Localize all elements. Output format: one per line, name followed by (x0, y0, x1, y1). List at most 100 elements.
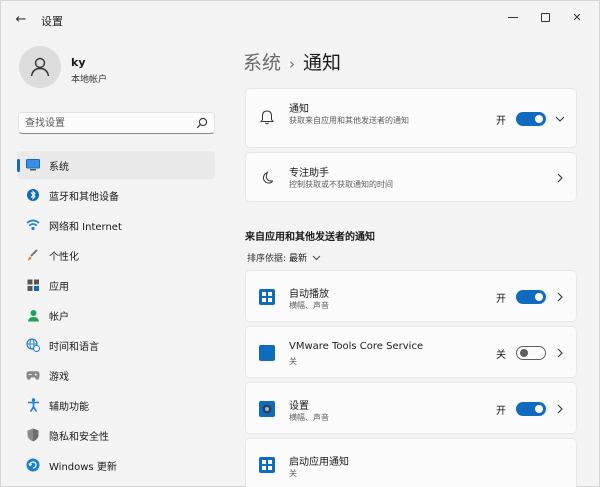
app-notification-detail: 横幅、声音 (289, 413, 329, 422)
app-name: 自动播放 (289, 289, 329, 300)
minimize-button[interactable] (499, 7, 527, 27)
sidebar-item-accessibility[interactable]: 辅助功能 (17, 391, 215, 419)
sidebar-item-label: 时间和语言 (49, 342, 99, 353)
sidebar-item-label: 系统 (49, 162, 69, 173)
avatar (19, 46, 61, 88)
app-notification-card[interactable]: VMware Tools Core Service 关 关 (245, 326, 577, 378)
notifications-toggle[interactable] (516, 112, 546, 126)
breadcrumb-separator: › (289, 55, 296, 73)
sidebar-item-privacy[interactable]: 隐私和安全性 (17, 421, 215, 449)
setting-title: 通知 (289, 104, 309, 115)
maximize-button[interactable] (531, 7, 559, 27)
sidebar-item-accounts[interactable]: 帐户 (17, 301, 215, 329)
startup-app-icon (259, 457, 275, 473)
moon-icon (259, 170, 275, 186)
bell-icon (259, 109, 275, 125)
focus-assist-setting-card[interactable]: 专注助手 控制获取或不获取通知的时间 (245, 152, 577, 202)
vmware-app-icon (259, 345, 275, 361)
chevron-down-icon[interactable] (554, 113, 566, 125)
setting-title: 专注助手 (289, 168, 329, 179)
user-name: ky (71, 56, 86, 69)
page-title: 通知 (303, 52, 342, 74)
app-notification-detail: 关 (289, 357, 297, 366)
sidebar-item-gaming[interactable]: 游戏 (17, 361, 215, 389)
sidebar-item-label: Windows 更新 (49, 462, 117, 473)
settings-window: ← 设置 ✕ ky 本地帐户 系统 (0, 0, 600, 487)
autoplay-app-icon (259, 289, 275, 305)
chevron-down-icon (312, 255, 321, 260)
accessibility-icon (26, 398, 40, 412)
search-icon[interactable] (196, 117, 208, 129)
update-icon (26, 458, 40, 472)
window-title: 设置 (41, 15, 63, 28)
breadcrumb: 系统 › 通知 (243, 48, 341, 75)
sidebar-item-label: 个性化 (49, 252, 79, 263)
sidebar-item-windows-update[interactable]: Windows 更新 (17, 451, 215, 479)
sidebar-item-label: 隐私和安全性 (49, 432, 109, 443)
search-input[interactable] (25, 115, 185, 131)
setting-description: 控制获取或不获取通知的时间 (289, 180, 393, 189)
sidebar-item-personalization[interactable]: 个性化 (17, 241, 215, 269)
close-icon: ✕ (572, 10, 582, 24)
app-name: 设置 (289, 401, 309, 412)
sidebar-item-system[interactable]: 系统 (17, 151, 215, 179)
maximize-icon (540, 12, 550, 22)
app-notification-card[interactable]: 设置 横幅、声音 开 (245, 382, 577, 434)
brush-icon (26, 248, 40, 262)
toggle-state-label: 开 (496, 294, 506, 305)
sidebar-item-label: 辅助功能 (49, 402, 89, 413)
bluetooth-icon (26, 188, 40, 202)
back-button[interactable]: ← (11, 10, 31, 28)
setting-description: 获取来自应用和其他发送者的通知 (289, 116, 409, 125)
sidebar-item-label: 帐户 (49, 312, 69, 323)
app-name: VMware Tools Core Service (289, 341, 424, 352)
sidebar-item-label: 应用 (49, 282, 69, 293)
breadcrumb-parent[interactable]: 系统 (243, 52, 281, 74)
title-bar: ← 设置 ✕ (1, 1, 599, 37)
back-arrow-icon: ← (15, 11, 27, 27)
shield-icon (26, 428, 40, 442)
wifi-icon (26, 218, 40, 232)
toggle-state-label: 开 (496, 406, 506, 417)
sort-dropdown[interactable]: 排序依据: 最新 (247, 251, 321, 264)
toggle-knob (535, 115, 543, 123)
app-notification-detail: 横幅、声音 (289, 301, 329, 310)
chevron-right-icon[interactable] (554, 172, 566, 184)
sidebar-nav: 系统 蓝牙和其他设备 网络和 Internet 个性化 应用 帐户 时间和语言 … (17, 151, 215, 481)
apps-icon (26, 278, 40, 292)
sidebar-item-time-language[interactable]: 时间和语言 (17, 331, 215, 359)
user-silhouette-icon (30, 57, 50, 77)
app-notification-toggle[interactable] (516, 346, 546, 360)
sidebar-item-network[interactable]: 网络和 Internet (17, 211, 215, 239)
app-notification-card[interactable]: 自动播放 横幅、声音 开 (245, 270, 577, 322)
app-notification-detail: 关 (289, 469, 297, 478)
gamepad-icon (26, 368, 40, 382)
chevron-right-icon[interactable] (554, 347, 566, 359)
sidebar-item-bluetooth[interactable]: 蓝牙和其他设备 (17, 181, 215, 209)
toggle-state-label: 关 (496, 350, 506, 361)
monitor-icon (26, 158, 40, 172)
toggle-state-label: 开 (496, 116, 506, 127)
sidebar-item-label: 蓝牙和其他设备 (49, 192, 119, 203)
app-notification-card[interactable]: 启动应用通知 关 (245, 438, 577, 487)
close-button[interactable]: ✕ (563, 7, 591, 27)
chevron-right-icon[interactable] (554, 403, 566, 415)
account-type: 本地帐户 (71, 75, 108, 85)
toggle-knob (535, 405, 543, 413)
app-notification-toggle[interactable] (516, 402, 546, 416)
section-header: 来自应用和其他发送者的通知 (245, 232, 375, 243)
minimize-icon (508, 16, 518, 18)
settings-app-icon (259, 401, 275, 417)
sidebar-item-label: 游戏 (49, 372, 69, 383)
sidebar-item-label: 网络和 Internet (49, 222, 122, 233)
toggle-knob (520, 349, 528, 357)
app-notification-toggle[interactable] (516, 290, 546, 304)
sort-label: 排序依据: (247, 254, 287, 264)
search-box[interactable] (18, 112, 215, 134)
sort-value: 最新 (289, 254, 308, 264)
notifications-setting-card[interactable]: 通知 获取来自应用和其他发送者的通知 开 (245, 88, 577, 148)
toggle-knob (535, 293, 543, 301)
app-name: 启动应用通知 (289, 457, 349, 468)
sidebar-item-apps[interactable]: 应用 (17, 271, 215, 299)
chevron-right-icon[interactable] (554, 291, 566, 303)
